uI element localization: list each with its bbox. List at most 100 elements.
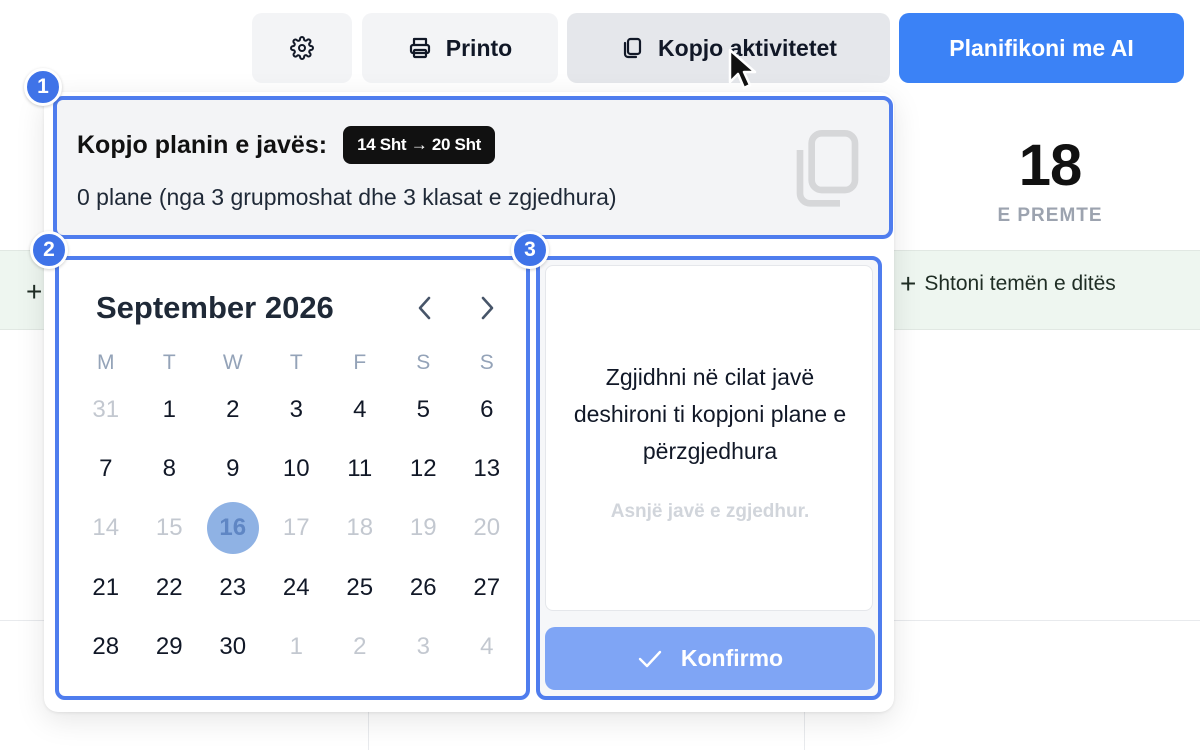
calendar-day-number: 14 [92,514,120,542]
copy-week-title-row: Kopjo planin e javës: 14 Sht → 20 Sht [77,126,496,164]
calendar-day[interactable]: 5 [392,380,456,439]
calendar-day[interactable]: 3 [392,617,456,676]
selected-weeks-card: Zgjidhni në cilat javë deshironi ti kopj… [545,265,873,611]
weekday-header: W [222,351,243,374]
calendar-day[interactable]: 19 [392,499,456,558]
week-date-picker: September 2026 M T W T F S S 31 1 2 3 4 5 6 7 8 9 10 11 12 1… [55,256,530,700]
grid-column-line [804,712,805,750]
calendar-day[interactable]: 9 [201,439,265,498]
calendar-day[interactable]: 24 [265,558,329,617]
calendar-day-number: 27 [473,573,501,601]
calendar-day-number: 2 [226,395,240,423]
calendar-day[interactable]: 6 [455,380,519,439]
calendar-day-number: 25 [346,573,374,601]
calendar-day[interactable]: 8 [138,439,202,498]
calendar-day-number: 8 [162,454,176,482]
calendar-day-selected[interactable]: 16 [201,499,265,558]
next-month-button[interactable] [467,288,507,328]
calendar-day[interactable]: 28 [74,617,138,676]
week-range-badge: 14 Sht → 20 Sht [343,126,496,164]
calendar-day[interactable]: 4 [455,617,519,676]
weekday-header: S [416,351,431,374]
calendar-day[interactable]: 13 [455,439,519,498]
selected-weeks-empty-state: Asnjë javë e zgjedhur. [610,501,810,522]
step-badge-1: 1 [24,68,62,106]
calendar-day[interactable]: 21 [74,558,138,617]
plus-icon: + [900,268,917,299]
calendar-day-number: 7 [99,454,113,482]
calendar-day[interactable]: 23 [201,558,265,617]
day-header-friday: 18 E PREMTE [900,100,1200,250]
calendar-day[interactable]: 1 [138,380,202,439]
gear-icon [290,36,314,60]
step-badge-3: 3 [511,231,549,269]
calendar-day[interactable]: 10 [265,439,329,498]
calendar-day[interactable]: 30 [201,617,265,676]
calendar-day[interactable]: 18 [328,499,392,558]
calendar-day-number: 5 [416,395,430,423]
calendar-day-number: 4 [480,632,494,660]
plan-with-ai-label: Planifikoni me AI [949,34,1134,61]
calendar-day-number: 1 [162,395,176,423]
calendar-day[interactable]: 2 [328,617,392,676]
calendar-day[interactable]: 29 [138,617,202,676]
copy-icon [623,37,642,59]
calendar-day-number: 18 [346,514,374,542]
calendar-day[interactable]: 12 [392,439,456,498]
calendar-day[interactable]: 31 [74,380,138,439]
calendar-day[interactable]: 25 [328,558,392,617]
copy-week-summary: Kopjo planin e javës: 14 Sht → 20 Sht 0 … [53,96,893,239]
calendar-day[interactable]: 1 [265,617,329,676]
calendar-day-number: 13 [473,454,501,482]
chevron-left-icon [418,296,431,320]
chevron-right-icon [481,296,494,320]
calendar-day-number: 4 [353,395,367,423]
calendar-day[interactable]: 2 [201,380,265,439]
month-label: September 2026 [96,290,334,325]
confirm-label: Konfirmo [680,645,784,671]
calendar-day[interactable]: 11 [328,439,392,498]
calendar-day[interactable]: 3 [265,380,329,439]
weekday-header: S [479,351,494,374]
print-button[interactable]: Printo [362,13,558,83]
plan-with-ai-button[interactable]: Planifikoni me AI [899,13,1184,83]
copy-week-summary-text: 0 plane (nga 3 grupmoshat dhe 3 klasat e… [77,184,617,210]
settings-button[interactable] [252,13,352,83]
add-theme-button[interactable]: + Shtoni temën e ditës [900,270,1116,298]
calendar-day[interactable]: 20 [455,499,519,558]
calendar-day-number: 21 [92,573,120,601]
previous-month-button[interactable] [405,288,445,328]
selected-weeks-instructions: Zgjidhni në cilat javë deshironi ti kopj… [573,364,847,464]
weekday-header: F [353,351,367,374]
calendar-day-number: 31 [92,395,120,423]
calendar-day-number: 28 [92,632,120,660]
calendar-day-number: 30 [219,632,247,660]
calendar-day-number: 11 [347,454,373,482]
calendar-day-number: 3 [416,632,430,660]
confirm-button[interactable]: Konfirmo [545,627,875,690]
grid-column-line [368,712,369,750]
check-icon [638,650,662,667]
calendar-day[interactable]: 17 [265,499,329,558]
weekday-header: T [162,351,176,374]
printer-icon [409,37,430,59]
calendar-day-number: 29 [155,632,183,660]
weekday-header: M [97,351,115,374]
calendar-day-number: 1 [289,632,303,660]
calendar-day-number: 17 [282,514,310,542]
add-theme-plus-icon[interactable]: + [26,276,42,308]
calendar-day-number: 10 [282,454,310,482]
calendar-day[interactable]: 27 [455,558,519,617]
weekday-header: T [289,351,303,374]
calendar-day[interactable]: 15 [138,499,202,558]
calendar-day[interactable]: 4 [328,380,392,439]
calendar-day-number: 19 [409,514,437,542]
calendar-day[interactable]: 7 [74,439,138,498]
calendar-day[interactable]: 14 [74,499,138,558]
calendar-day-number: 6 [480,395,494,423]
calendar-day-number: 22 [155,573,183,601]
calendar-day[interactable]: 26 [392,558,456,617]
calendar-day-number: 24 [282,573,310,601]
calendar-day[interactable]: 22 [138,558,202,617]
calendar-day-number: 26 [409,573,437,601]
